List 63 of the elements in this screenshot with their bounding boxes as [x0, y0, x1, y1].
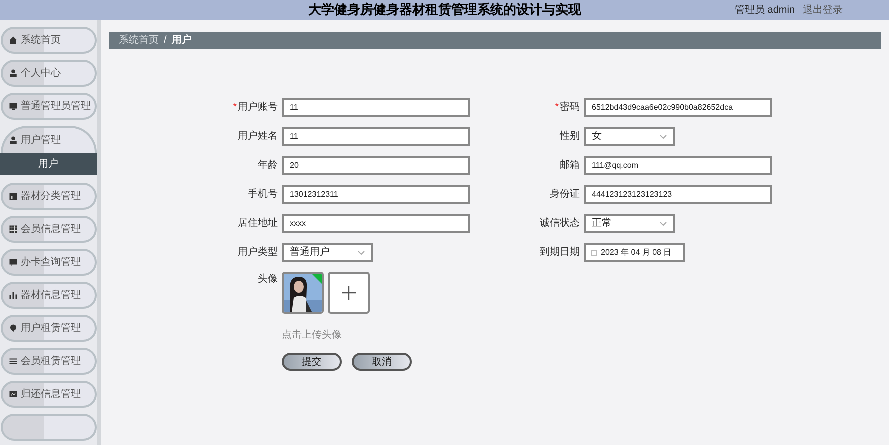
- sidebar-item[interactable]: 器材信息管理: [1, 282, 97, 309]
- field-label: 到期日期: [539, 246, 580, 260]
- form-button[interactable]: 提交: [282, 353, 342, 371]
- input-field[interactable]: 13012312311: [282, 185, 470, 204]
- app-title: 大学健身房健身器材租赁管理系统的设计与实现: [308, 1, 582, 19]
- input-field[interactable]: 11: [282, 98, 470, 117]
- sidebar-item[interactable]: 用户租赁管理: [1, 315, 97, 342]
- plus-icon: [342, 286, 356, 300]
- person-icon: [9, 136, 18, 145]
- pin-icon: [9, 324, 18, 333]
- input-field[interactable]: 444123123123123123: [584, 185, 772, 204]
- field-label: 用户姓名: [237, 130, 278, 144]
- bar-chart-icon: [9, 291, 18, 300]
- monitor-icon: [9, 102, 18, 111]
- select-field[interactable]: 女: [584, 127, 675, 146]
- sidebar-item[interactable]: 归还信息管理: [1, 381, 97, 408]
- field-label: 邮箱: [559, 158, 580, 173]
- required-mark: *: [555, 102, 559, 113]
- breadcrumb-separator: /: [164, 34, 167, 48]
- sidebar-item[interactable]: 器材分类管理: [1, 183, 97, 210]
- input-field[interactable]: 20: [282, 156, 470, 175]
- input-field[interactable]: 11: [282, 127, 470, 146]
- select-field[interactable]: 正常: [584, 214, 675, 233]
- field-label: 居住地址: [237, 216, 278, 231]
- field-label: 手机号: [247, 188, 278, 202]
- chevron-down-icon: [358, 250, 365, 254]
- date-field[interactable]: 2023 年 04 月 08 日: [584, 243, 685, 262]
- sidebar-item[interactable]: 普通管理员管理: [1, 93, 97, 120]
- sidebar-item[interactable]: 用户管理: [1, 126, 97, 153]
- sidebar-item[interactable]: 会员信息管理: [1, 216, 97, 243]
- field-label: 诚信状态: [539, 216, 580, 231]
- input-field[interactable]: 6512bd43d9caa6e02c990b0a82652dca: [584, 98, 772, 117]
- home-icon: [9, 36, 18, 45]
- field-label: 性别: [558, 130, 580, 144]
- field-label: 年龄: [257, 158, 278, 173]
- grid-icon: [9, 225, 18, 234]
- field-label: 身份证: [549, 188, 580, 202]
- input-field[interactable]: 111@qq.com: [584, 156, 772, 175]
- select-field[interactable]: 普通用户: [282, 243, 373, 262]
- field-label: *密码: [554, 100, 580, 115]
- add-image-button[interactable]: [328, 272, 370, 314]
- upload-hint: 点击上传头像: [282, 328, 343, 343]
- breadcrumb-link[interactable]: 用户: [172, 33, 192, 48]
- logout-link[interactable]: 退出登录: [803, 2, 843, 18]
- user-label: 管理员 admin: [734, 4, 795, 18]
- required-mark: *: [233, 102, 237, 113]
- picture-frame-icon: [9, 390, 18, 399]
- sidebar-item[interactable]: 会员租赁管理: [1, 348, 97, 375]
- field-label: 用户类型: [237, 246, 278, 260]
- chat-icon: [9, 258, 18, 267]
- chevron-down-icon: [660, 222, 667, 226]
- calendar-icon: [591, 250, 597, 256]
- person-icon: [9, 69, 18, 78]
- form-button[interactable]: 取消: [352, 353, 412, 371]
- field-label: 头像: [257, 272, 278, 287]
- chevron-down-icon: [660, 134, 667, 138]
- list-icon: [9, 357, 18, 366]
- submenu-item[interactable]: 用户: [0, 153, 97, 175]
- field-label: *用户账号: [232, 100, 278, 115]
- input-field[interactable]: xxxx: [282, 214, 470, 233]
- sidebar-item[interactable]: 办卡查询管理: [1, 249, 97, 276]
- sidebar-item[interactable]: 个人中心: [1, 60, 97, 87]
- sidebar-item[interactable]: 系统首页: [1, 27, 97, 54]
